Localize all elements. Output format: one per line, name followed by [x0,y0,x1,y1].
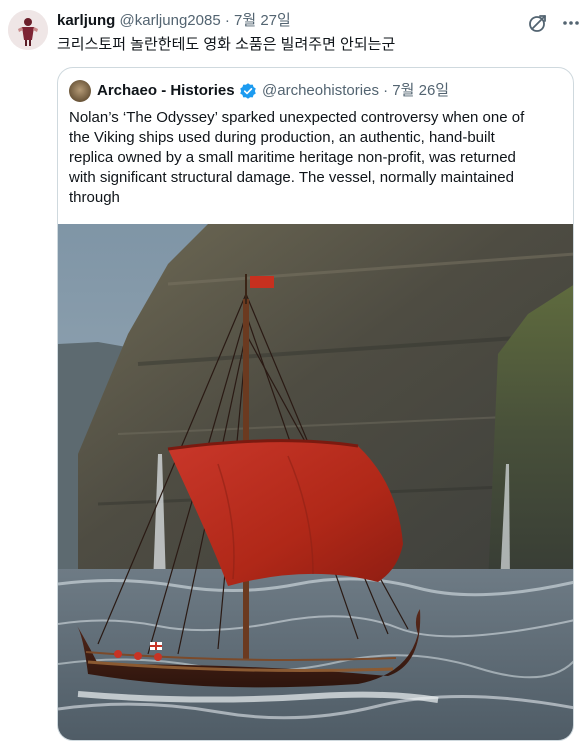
quoted-text-line: Nolan’s ‘The Odyssey’ sparked unexpected… [69,109,525,126]
quoted-tweet[interactable]: Archaeo - Histories @archeohistories · 7… [57,67,574,741]
user-avatar[interactable] [8,10,48,50]
tweet-date[interactable]: 7월 27일 [234,12,291,29]
author-name[interactable]: karljung [57,12,115,29]
quoted-media-image[interactable] [58,224,573,740]
viking-ship-photo [58,224,573,740]
more-icon[interactable] [560,12,582,34]
quoted-author-avatar[interactable] [69,80,91,102]
header-separator: · [224,12,230,29]
quoted-separator: · [383,82,389,99]
tweet[interactable]: karljung @karljung2085 · 7월 27일 크리스토퍼 놀란… [0,0,587,744]
quoted-text-line: the Viking ships used during production,… [69,129,495,146]
grok-icon[interactable] [527,12,549,34]
tweet-text: 크리스토퍼 놀란한테도 영화 소품은 빌려주면 안되는군 [57,36,396,53]
quoted-meta: @archeohistories · 7월 26일 [262,80,449,102]
quoted-text-line: replica owned by a small maritime herita… [69,149,516,166]
tweet-header: karljung @karljung2085 · 7월 27일 [57,11,291,31]
quoted-text: Nolan’s ‘The Odyssey’ sparked unexpected… [69,108,565,208]
quoted-author-handle[interactable]: @archeohistories [262,82,379,99]
quoted-author-name[interactable]: Archaeo - Histories [97,80,235,102]
verified-badge-icon [240,83,256,99]
quoted-date[interactable]: 7월 26일 [392,82,449,99]
author-handle[interactable]: @karljung2085 [120,12,221,29]
avatar-figure-icon [8,10,48,50]
quoted-text-line: with significant structural damage. The … [69,169,514,186]
quoted-text-line: through [69,189,120,206]
